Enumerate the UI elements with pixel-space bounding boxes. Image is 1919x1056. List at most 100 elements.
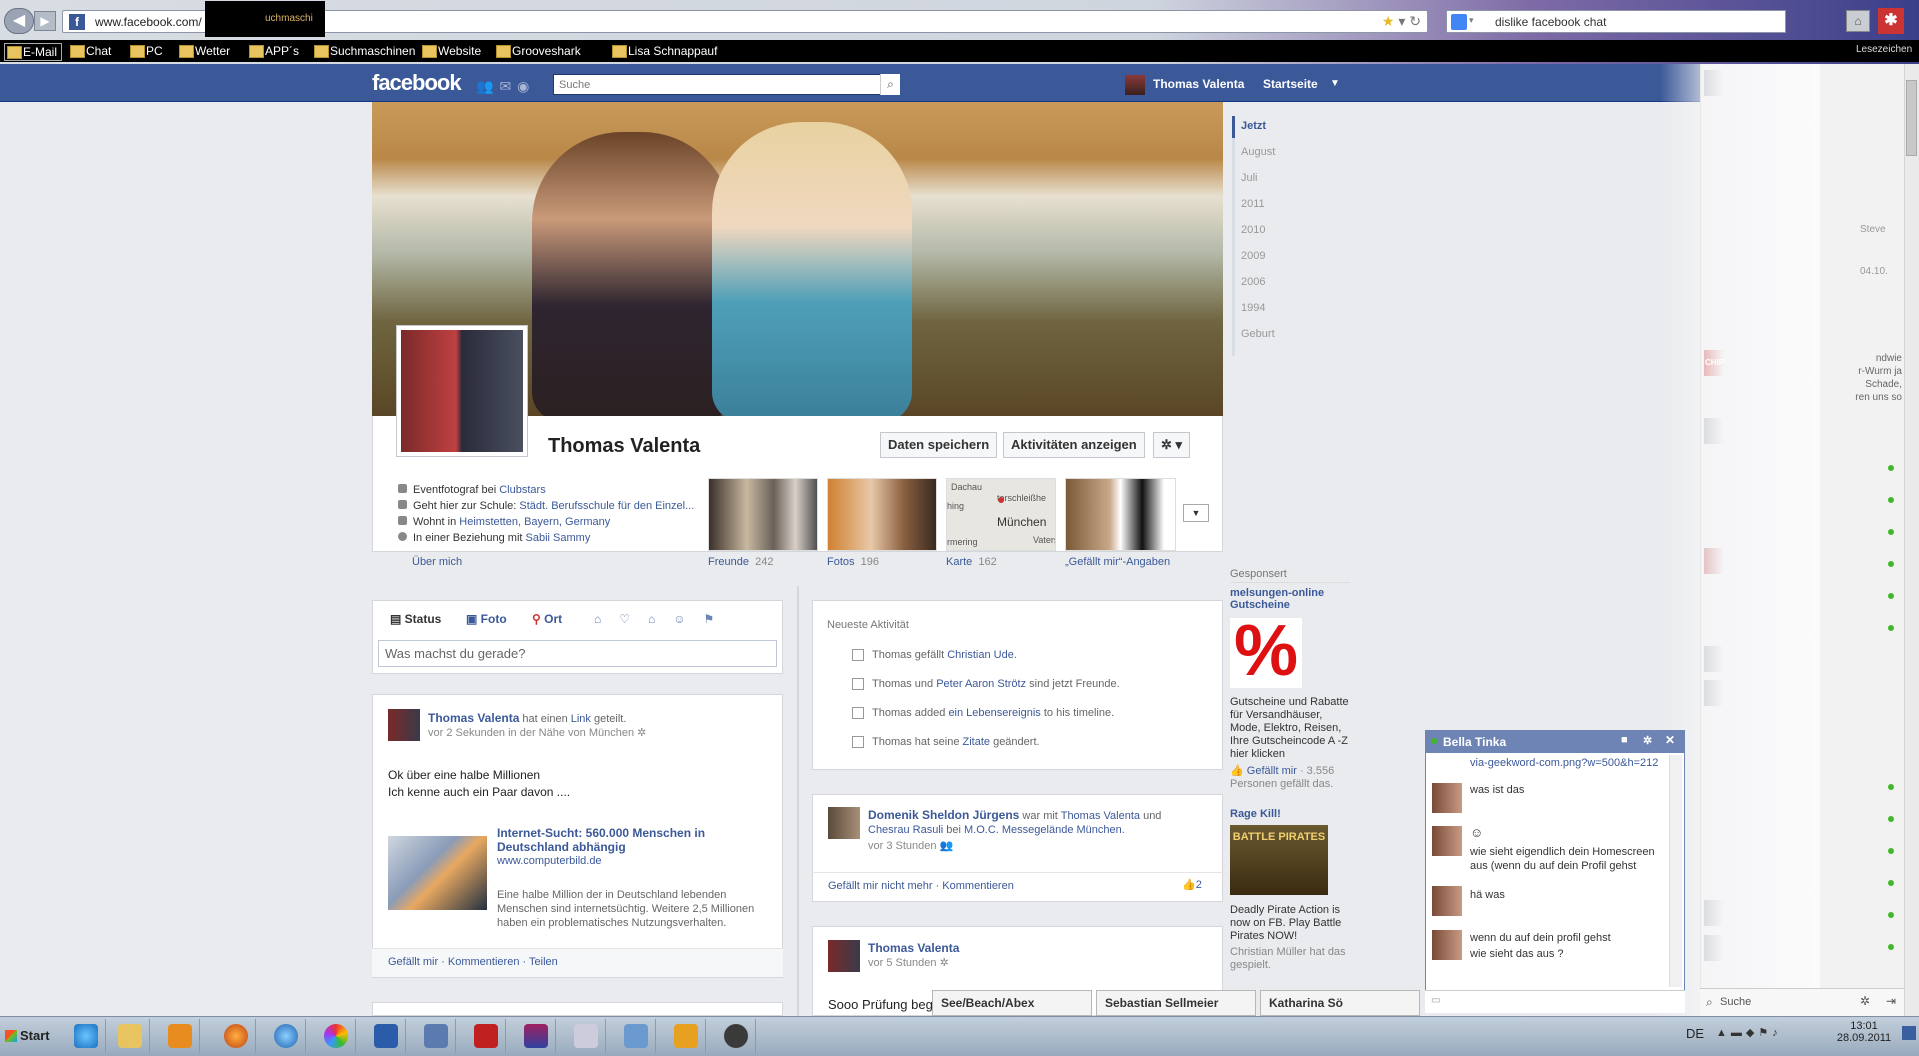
photos-label[interactable]: Fotos: [827, 556, 855, 568]
ad2-title[interactable]: Rage Kill!: [1230, 808, 1281, 820]
avatar[interactable]: [1125, 75, 1145, 95]
bookmark-grooveshark[interactable]: Grooveshark: [494, 43, 581, 61]
bookmark-suchmaschinen[interactable]: Suchmaschinen: [312, 43, 415, 61]
chat-header[interactable]: Bella Tinka ■ ✲ ✕: [1425, 730, 1685, 753]
winrar-icon[interactable]: [516, 1019, 556, 1053]
gear-icon[interactable]: ✲ ▾: [1153, 432, 1191, 458]
google-icon[interactable]: [1451, 14, 1467, 30]
bookmark-star-icon[interactable]: ★: [1382, 13, 1395, 29]
search-icon[interactable]: ⌕: [880, 74, 900, 95]
comment-button[interactable]: Kommentieren: [448, 956, 520, 968]
media-player-icon[interactable]: [160, 1019, 200, 1053]
language-indicator[interactable]: DE: [1686, 1026, 1704, 1041]
url-actions[interactable]: ★ ▾ ↻: [1382, 13, 1421, 30]
profile-picture[interactable]: [396, 325, 528, 457]
timeline-2010[interactable]: 2010: [1232, 224, 1265, 236]
info-relationship-link[interactable]: Sabii Sammy: [526, 532, 591, 544]
gear-icon[interactable]: ✲: [1643, 734, 1652, 747]
bookmark-apps[interactable]: APP´s: [247, 43, 299, 61]
word-icon[interactable]: [366, 1019, 406, 1053]
photos-caption[interactable]: Fotos 196: [827, 556, 879, 568]
facebook-logo[interactable]: facebook: [372, 70, 462, 96]
map-caption[interactable]: Karte 162: [946, 556, 997, 568]
outlook-icon[interactable]: [666, 1019, 706, 1053]
photos-thumbnail[interactable]: [827, 478, 937, 551]
tab-status[interactable]: ▤ Status: [390, 612, 441, 626]
bookmark-pc[interactable]: PC: [128, 43, 163, 61]
calculator-icon[interactable]: [566, 1019, 606, 1053]
clock[interactable]: 13:01 28.09.2011: [1832, 1020, 1896, 1044]
timeline-juli[interactable]: Juli: [1232, 172, 1258, 184]
acrobat-icon[interactable]: [466, 1019, 506, 1053]
addon-icon[interactable]: ✱: [1878, 8, 1904, 34]
back-button[interactable]: ◀: [4, 8, 34, 34]
notification-jewels[interactable]: 👥✉◉: [476, 78, 535, 95]
status-input[interactable]: Was machst du gerade?: [378, 640, 777, 667]
map-thumbnail[interactable]: Dachau hing terschleißhe München rmering…: [946, 478, 1056, 551]
video-call-icon[interactable]: ■: [1621, 734, 1628, 746]
timeline-geburt[interactable]: Geburt: [1232, 328, 1275, 340]
timeline-1994[interactable]: 1994: [1232, 302, 1265, 314]
gear-icon[interactable]: ✲: [1860, 994, 1870, 1008]
view-activity-button[interactable]: Aktivitäten anzeigen: [1003, 432, 1145, 458]
explorer-icon[interactable]: [110, 1019, 150, 1053]
profile-link[interactable]: Thomas Valenta: [1153, 77, 1244, 91]
timeline-2011[interactable]: 2011: [1232, 198, 1265, 210]
gear-icon[interactable]: ✲: [940, 957, 949, 969]
info-school-link[interactable]: Städt. Berufsschule für den Einzel...: [519, 500, 694, 512]
bookmark-lisa[interactable]: Lisa Schnappauf: [610, 43, 717, 61]
app-icon[interactable]: [416, 1019, 456, 1053]
post2-author[interactable]: Domenik Sheldon Jürgens: [868, 808, 1019, 822]
bookmarks-menu[interactable]: Lesezeichen: [1856, 44, 1912, 55]
bookmark-wetter[interactable]: Wetter: [177, 43, 230, 61]
show-desktop-button[interactable]: [1902, 1026, 1916, 1040]
page-scrollbar-thumb[interactable]: [1906, 80, 1917, 156]
chat-input[interactable]: ▭: [1425, 990, 1685, 1013]
info-work-link[interactable]: Clubstars: [499, 484, 545, 496]
post3-timestamp[interactable]: vor 5 Stunden: [868, 957, 937, 969]
home-link[interactable]: Startseite: [1263, 77, 1318, 91]
post2-meta[interactable]: vor 3 Stunden 👥: [868, 839, 953, 852]
post1-action-link[interactable]: Link: [571, 713, 591, 725]
forward-button[interactable]: ▶: [34, 11, 56, 31]
ad2-image[interactable]: BATTLE PIRATES: [1230, 825, 1328, 895]
timeline-2006[interactable]: 2006: [1232, 276, 1265, 288]
bookmark-website[interactable]: Website: [420, 43, 481, 61]
chat-tab-2[interactable]: Sebastian Sellmeier: [1096, 990, 1256, 1016]
chat-scrollbar[interactable]: [1669, 755, 1682, 987]
bookmark-chat[interactable]: Chat: [68, 43, 111, 61]
itunes-icon[interactable]: [266, 1019, 306, 1053]
info-home-link[interactable]: Heimstetten, Bayern, Germany: [459, 516, 610, 528]
activity-row-3-link[interactable]: ein Lebensereignis: [948, 707, 1040, 719]
activity-row-1-link[interactable]: Christian Ude: [947, 649, 1014, 661]
popout-icon[interactable]: ⇥: [1886, 994, 1896, 1008]
friend-requests-icon[interactable]: 👥: [476, 78, 499, 94]
save-data-button[interactable]: Daten speichern: [880, 432, 998, 458]
post2-tagged-2[interactable]: Chesrau Rasuli: [868, 824, 943, 836]
chat-tab-3[interactable]: Katharina Sö: [1260, 990, 1420, 1016]
profile-name[interactable]: Thomas Valenta: [548, 435, 700, 458]
friends-thumbnail[interactable]: [708, 478, 818, 551]
timeline-2009[interactable]: 2009: [1232, 250, 1265, 262]
start-button[interactable]: Start: [2, 1019, 54, 1053]
friends-label[interactable]: Freunde: [708, 556, 749, 568]
tray-icons[interactable]: ▲▬◆⚑♪: [1716, 1026, 1782, 1039]
account-menu-chevron-down-icon[interactable]: ▼: [1330, 78, 1340, 89]
firefox-icon[interactable]: [216, 1019, 256, 1053]
timeline-jetzt[interactable]: Jetzt: [1232, 120, 1266, 132]
post2-timestamp[interactable]: vor 3 Stunden: [868, 840, 937, 852]
post2-tagged-1[interactable]: Thomas Valenta: [1061, 810, 1140, 822]
about-link[interactable]: Über mich: [412, 556, 462, 568]
tab-place[interactable]: ⚲ Ort: [532, 612, 562, 626]
post1-meta[interactable]: vor 2 Sekunden in der Nähe von München ✲: [428, 726, 646, 739]
post1-author[interactable]: Thomas Valenta: [428, 711, 519, 725]
gear-icon[interactable]: ✲: [637, 727, 646, 739]
post3-meta[interactable]: vor 5 Stunden ✲: [868, 956, 949, 969]
search-engine-arrow-icon[interactable]: ▾: [1469, 15, 1474, 26]
home-icon[interactable]: ⌂: [1846, 10, 1870, 32]
chat-message-link[interactable]: via-geekword-com.png?w=500&h=212: [1470, 756, 1658, 770]
activity-row-2-link[interactable]: Peter Aaron Strötz: [936, 678, 1026, 690]
fb-search-input[interactable]: Suche: [553, 74, 900, 95]
reload-icon[interactable]: ↻: [1409, 13, 1421, 29]
messages-icon[interactable]: ✉: [499, 78, 517, 94]
